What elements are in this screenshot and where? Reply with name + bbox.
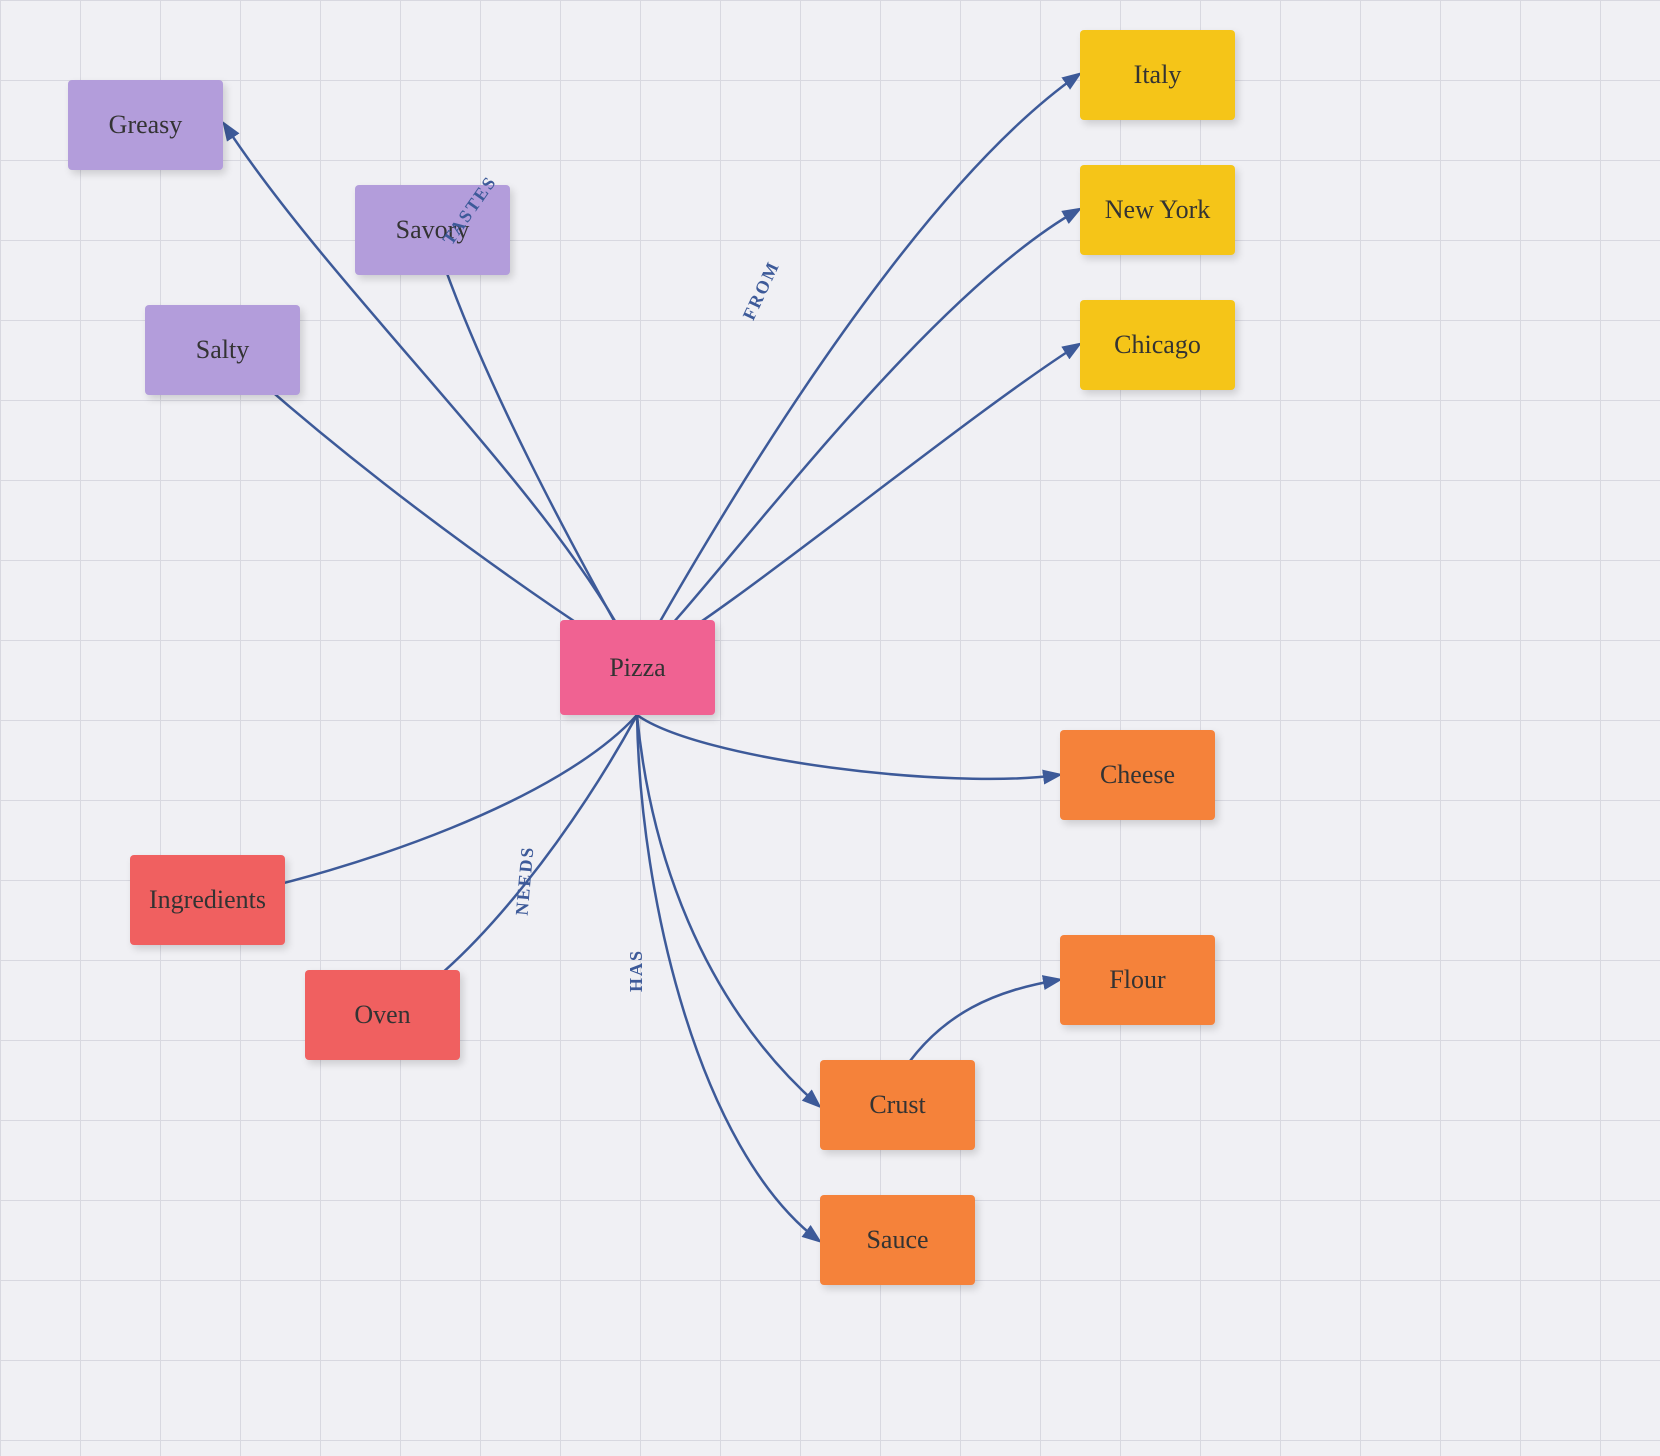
node-oven[interactable]: Oven: [305, 970, 460, 1060]
node-savory[interactable]: Savory: [355, 185, 510, 275]
edge-label-needs: NEEDS: [512, 845, 539, 917]
node-flour[interactable]: Flour: [1060, 935, 1215, 1025]
node-cheese[interactable]: Cheese: [1060, 730, 1215, 820]
node-newyork[interactable]: New York: [1080, 165, 1235, 255]
edge-label-from: FROM: [739, 258, 785, 324]
node-italy[interactable]: Italy: [1080, 30, 1235, 120]
edge-label-has: HAS: [626, 949, 647, 992]
node-crust[interactable]: Crust: [820, 1060, 975, 1150]
node-sauce[interactable]: Sauce: [820, 1195, 975, 1285]
node-pizza[interactable]: Pizza: [560, 620, 715, 715]
node-ingredients[interactable]: Ingredients: [130, 855, 285, 945]
node-chicago[interactable]: Chicago: [1080, 300, 1235, 390]
node-salty[interactable]: Salty: [145, 305, 300, 395]
node-greasy[interactable]: Greasy: [68, 80, 223, 170]
